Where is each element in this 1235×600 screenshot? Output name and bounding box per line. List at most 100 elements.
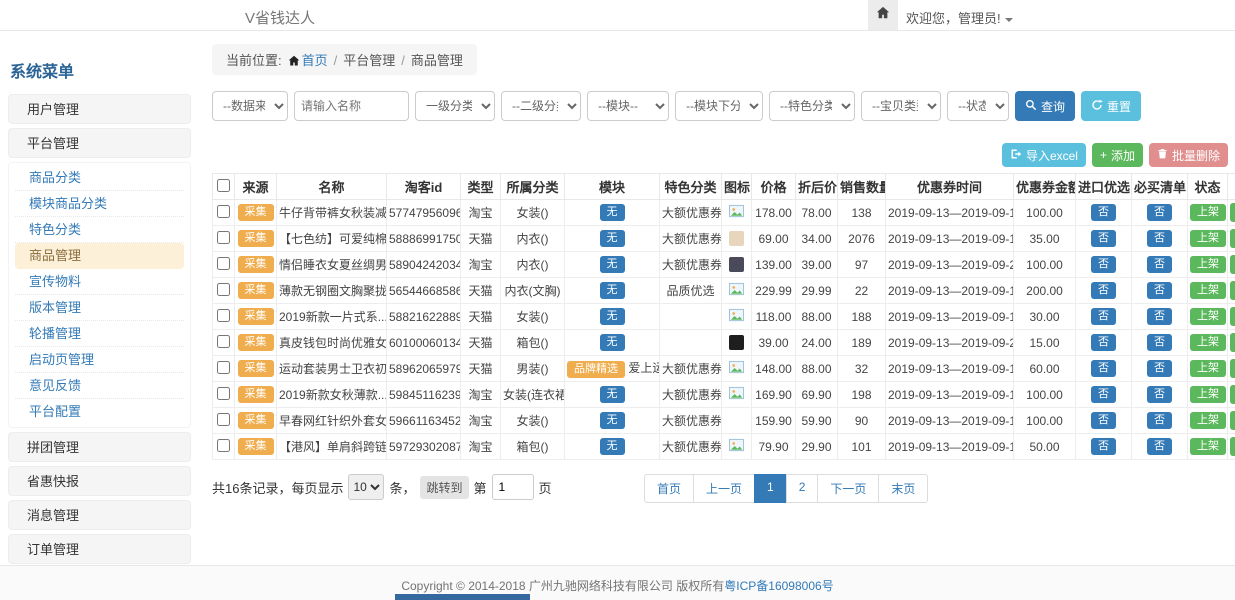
sidebar-section-消息管理[interactable]: 消息管理 [8,500,191,530]
feature-category-select[interactable]: --特色分类-- [769,91,855,121]
must-buy-toggle[interactable]: 否 [1147,360,1172,377]
reset-button[interactable]: 重置 [1081,91,1141,121]
must-buy-toggle[interactable]: 否 [1147,412,1172,429]
pager-button-上一页[interactable]: 上一页 [693,474,755,503]
pager-button-1[interactable]: 1 [754,474,787,503]
row-checkbox[interactable] [217,413,230,426]
edit-button[interactable] [1230,203,1235,222]
sidebar-item-商品管理[interactable]: 商品管理 [15,243,184,269]
home-button[interactable] [868,0,898,30]
must-buy-toggle[interactable]: 否 [1147,334,1172,351]
add-button[interactable]: + 添加 [1092,143,1143,167]
status-select[interactable]: --状态-- [947,91,1009,121]
sidebar-section-订单管理[interactable]: 订单管理 [8,534,191,564]
status-toggle[interactable]: 上架 [1190,412,1226,429]
status-toggle[interactable]: 上架 [1190,282,1226,299]
imported-toggle[interactable]: 否 [1091,334,1116,351]
name-input[interactable] [294,91,409,121]
pager-button-末页[interactable]: 末页 [878,474,928,503]
must-buy-toggle[interactable]: 否 [1147,256,1172,273]
status-toggle[interactable]: 上架 [1190,360,1226,377]
edit-button[interactable] [1230,411,1235,430]
must-buy-toggle[interactable]: 否 [1147,282,1172,299]
status-toggle[interactable]: 上架 [1190,204,1226,221]
price: 79.90 [752,434,796,460]
import-excel-button[interactable]: 导入excel [1002,143,1086,167]
edit-button[interactable] [1230,255,1235,274]
row-checkbox[interactable] [217,439,230,452]
row-checkbox[interactable] [217,257,230,270]
sidebar-item-版本管理[interactable]: 版本管理 [15,295,184,321]
imported-toggle[interactable]: 否 [1091,230,1116,247]
imported-toggle[interactable]: 否 [1091,308,1116,325]
sidebar-item-轮播管理[interactable]: 轮播管理 [15,321,184,347]
row-checkbox[interactable] [217,309,230,322]
must-buy-toggle[interactable]: 否 [1147,308,1172,325]
status-toggle[interactable]: 上架 [1190,308,1226,325]
status-toggle[interactable]: 上架 [1190,438,1226,455]
level2-category-select[interactable]: --二级分类-- [501,91,581,121]
row-checkbox[interactable] [217,335,230,348]
must-buy-toggle[interactable]: 否 [1147,230,1172,247]
level1-category-select[interactable]: 一级分类 [415,91,495,121]
row-checkbox[interactable] [217,205,230,218]
row-checkbox[interactable] [217,231,230,244]
icp-link[interactable]: 粤ICP备16098006号 [724,579,833,593]
pager-button-下一页[interactable]: 下一页 [817,474,879,503]
status-toggle[interactable]: 上架 [1190,230,1226,247]
user-menu[interactable]: 欢迎您，管理员! [906,8,1013,27]
page-number-input[interactable] [492,474,534,500]
edit-button[interactable] [1230,385,1235,404]
sidebar-item-启动页管理[interactable]: 启动页管理 [15,347,184,373]
imported-toggle[interactable]: 否 [1091,282,1116,299]
per-page-select[interactable]: 10 [348,474,384,500]
sidebar-item-特色分类[interactable]: 特色分类 [15,217,184,243]
sidebar-item-宣传物料[interactable]: 宣传物料 [15,269,184,295]
search-button[interactable]: 查询 [1015,91,1075,121]
item-type-select[interactable]: --宝贝类型-- [861,91,941,121]
must-buy-toggle[interactable]: 否 [1147,204,1172,221]
sidebar-item-平台配置[interactable]: 平台配置 [15,399,184,425]
imported-toggle[interactable]: 否 [1091,412,1116,429]
breadcrumb-home-link[interactable]: 首页 [302,53,328,68]
module-sub-category-select[interactable]: --模块下分类-- [675,91,763,121]
must-buy-toggle[interactable]: 否 [1147,386,1172,403]
edit-button[interactable] [1230,307,1235,326]
sidebar-item-模块商品分类[interactable]: 模块商品分类 [15,191,184,217]
imported-toggle[interactable]: 否 [1091,204,1116,221]
edit-button[interactable] [1230,359,1235,378]
module-select[interactable]: --模块-- [587,91,669,121]
pager-button-首页[interactable]: 首页 [644,474,694,503]
row-checkbox[interactable] [217,387,230,400]
sidebar-section-省惠快报[interactable]: 省惠快报 [8,466,191,496]
imported-toggle[interactable]: 否 [1091,438,1116,455]
imported-toggle[interactable]: 否 [1091,256,1116,273]
edit-button[interactable] [1230,333,1235,352]
sidebar-item-意见反馈[interactable]: 意见反馈 [15,373,184,399]
jump-button[interactable]: 跳转到 [420,476,468,499]
select-all-checkbox[interactable] [217,179,230,192]
imported-toggle[interactable]: 否 [1091,360,1116,377]
module-text: 爱上运动 [628,361,659,375]
category: 箱包() [501,330,565,356]
sidebar-section-拼团管理[interactable]: 拼团管理 [8,432,191,462]
sidebar-section-用户管理[interactable]: 用户管理 [8,94,191,124]
edit-button[interactable] [1230,281,1235,300]
sidebar-item-商品分类[interactable]: 商品分类 [15,165,184,191]
status-toggle[interactable]: 上架 [1190,334,1226,351]
imported-toggle[interactable]: 否 [1091,386,1116,403]
pager-button-2[interactable]: 2 [786,474,819,503]
edit-button[interactable] [1230,229,1235,248]
status-toggle[interactable]: 上架 [1190,386,1226,403]
status-toggle[interactable]: 上架 [1190,256,1226,273]
data-source-select[interactable]: --数据来源-- [212,91,288,121]
must-buy-toggle[interactable]: 否 [1147,438,1172,455]
sales-count: 2076 [838,226,886,252]
edit-button[interactable] [1230,437,1235,456]
row-checkbox[interactable] [217,361,230,374]
sidebar-section-平台管理[interactable]: 平台管理 [8,128,191,158]
source-badge: 采集 [238,204,274,221]
column-header-状态: 状态 [1188,174,1228,200]
row-checkbox[interactable] [217,283,230,296]
batch-delete-button[interactable]: 批量删除 [1149,143,1228,167]
